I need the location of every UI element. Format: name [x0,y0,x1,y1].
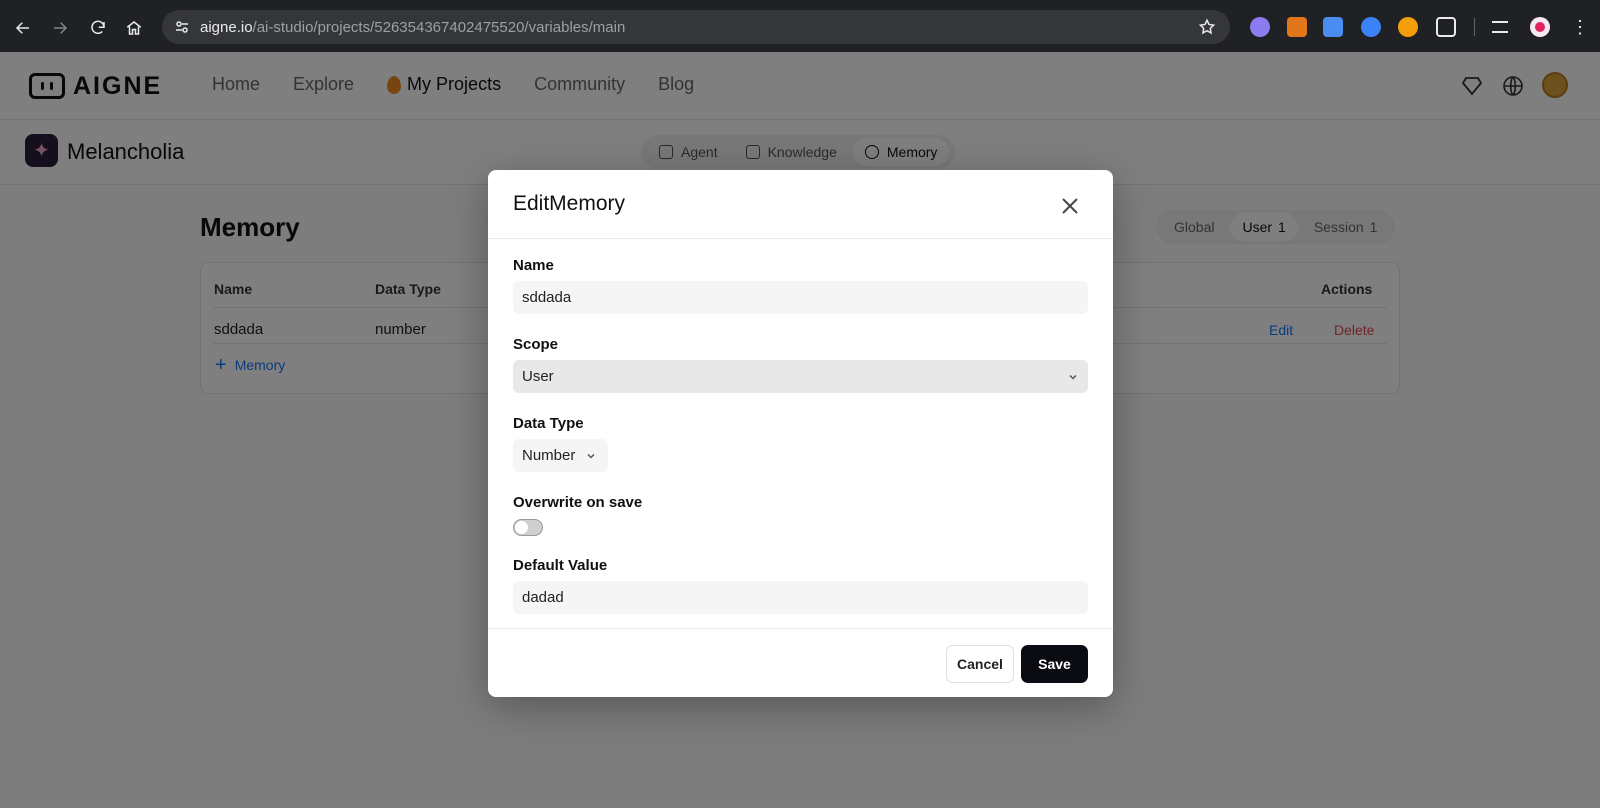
scope-label: Scope [513,336,559,353]
data-type-select[interactable]: Number [513,439,608,472]
data-type-label: Data Type [513,415,584,432]
scope-select-value: User [522,368,554,385]
cancel-button[interactable]: Cancel [946,645,1014,683]
save-button[interactable]: Save [1021,645,1088,683]
scope-select[interactable]: User [513,360,1088,393]
close-icon[interactable] [1058,194,1082,218]
dialog-title: EditMemory [513,192,626,215]
edit-memory-dialog: EditMemory Name Scope User Data Type Num… [488,170,1113,697]
chevron-down-icon [587,453,595,459]
back-icon[interactable] [11,16,35,40]
extension-bot-icon[interactable] [1361,17,1381,37]
extension-ghost-icon[interactable] [1250,17,1270,37]
bookmark-star-icon[interactable] [1198,18,1216,36]
overwrite-toggle[interactable] [513,519,543,536]
site-settings-icon[interactable] [174,19,190,35]
default-value-label: Default Value [513,557,608,574]
browser-toolbar: aigne.io/ai-studio/projects/526354367402… [0,0,1600,52]
extensions-puzzle-icon[interactable] [1436,17,1456,37]
media-queue-icon[interactable] [1492,21,1508,33]
home-icon[interactable] [122,16,146,40]
extension-fox-icon[interactable] [1287,17,1307,37]
extension-window-icon[interactable] [1323,17,1343,37]
overwrite-label: Overwrite on save [513,494,643,511]
default-value-input[interactable] [513,581,1088,614]
profile-avatar[interactable] [1530,17,1550,37]
forward-icon[interactable] [48,16,72,40]
reload-icon[interactable] [86,16,110,40]
chevron-down-icon [1069,374,1077,380]
dialog-footer-divider [488,628,1113,629]
name-label: Name [513,257,554,274]
url-text: aigne.io/ai-studio/projects/526354367402… [200,19,626,36]
browser-menu-icon[interactable]: ⋮ [1571,18,1589,36]
name-input[interactable] [513,281,1088,314]
address-bar[interactable]: aigne.io/ai-studio/projects/526354367402… [162,10,1230,44]
toolbar-divider [1474,18,1475,36]
dialog-header-divider [488,238,1113,239]
data-type-select-value: Number [522,447,576,464]
extension-s-icon[interactable] [1398,17,1418,37]
